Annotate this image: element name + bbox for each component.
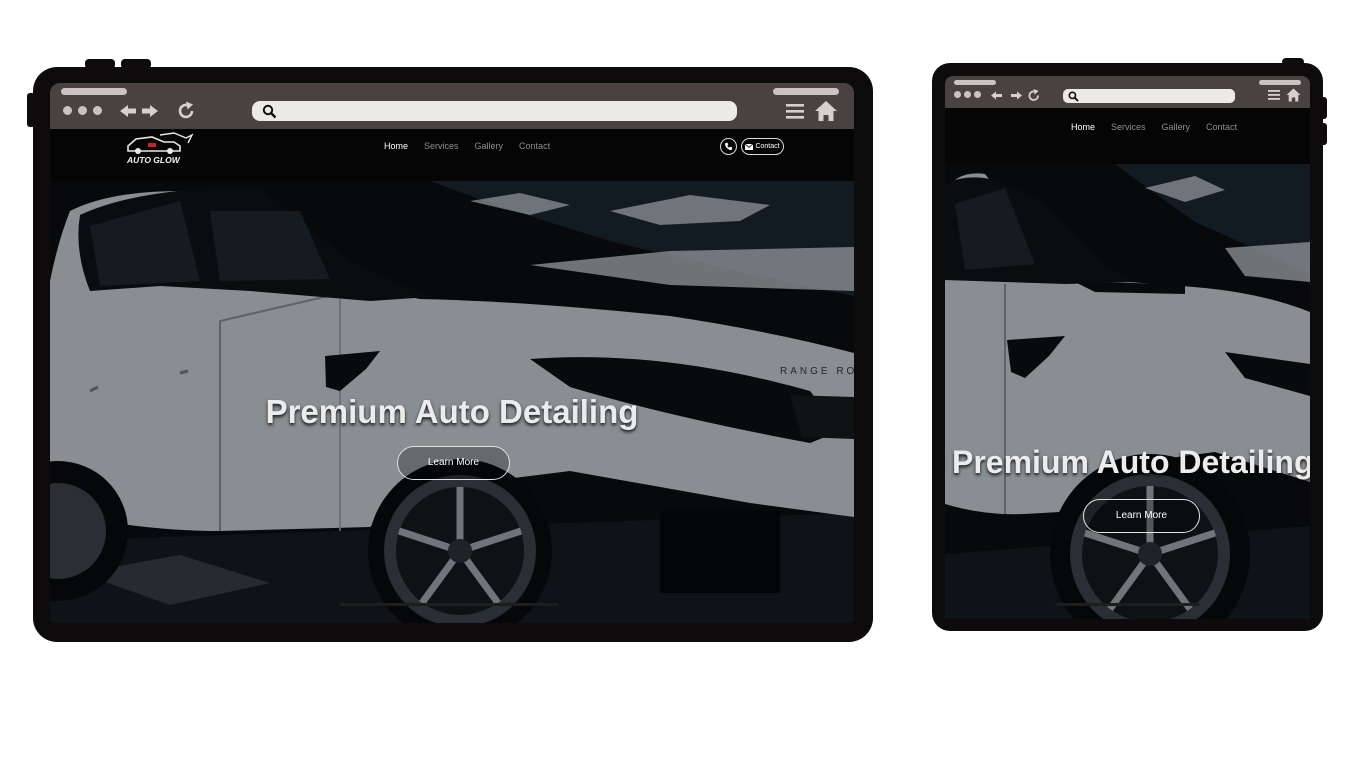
nav-contact[interactable]: Contact [519, 141, 550, 151]
website-screen: Home Services Gallery Contact Premium Au… [945, 108, 1310, 619]
reload-icon[interactable] [1026, 88, 1041, 103]
device-top-button [85, 59, 115, 69]
forward-arrow-icon[interactable] [1009, 90, 1023, 101]
reload-icon[interactable] [175, 100, 197, 122]
home-indicator [1055, 603, 1200, 606]
device-side-button [1320, 97, 1327, 119]
toolbar-tab-strip [61, 88, 127, 95]
toolbar-tab-strip [1259, 80, 1301, 85]
site-header: Home Services Gallery Contact [945, 108, 1310, 164]
nav-gallery[interactable]: Gallery [1162, 122, 1191, 132]
nav-services[interactable]: Services [1111, 122, 1146, 132]
home-icon[interactable] [1286, 88, 1301, 102]
address-bar[interactable] [252, 101, 737, 121]
envelope-icon [745, 143, 754, 150]
home-icon[interactable] [814, 100, 838, 122]
home-indicator [340, 603, 558, 606]
main-navigation: Home Services Gallery Contact [1071, 122, 1253, 132]
device-top-button [1282, 58, 1304, 66]
menu-icon[interactable] [786, 102, 804, 120]
address-bar[interactable] [1063, 89, 1235, 103]
back-arrow-icon[interactable] [990, 90, 1004, 101]
learn-more-button[interactable]: Learn More [1083, 499, 1200, 533]
hero-title: Premium Auto Detailing [265, 393, 639, 430]
device-side-button [1320, 123, 1327, 145]
device-top-button [121, 59, 151, 69]
auto-glow-logo[interactable]: AUTO GLOW [122, 132, 198, 166]
browser-toolbar [50, 83, 854, 129]
forward-arrow-icon[interactable] [140, 103, 160, 119]
phone-icon [724, 142, 733, 151]
website-screen: AUTO GLOW Home Services Gallery Contact … [50, 129, 854, 623]
nav-gallery[interactable]: Gallery [475, 141, 504, 151]
tablet-mockup: AUTO GLOW Home Services Gallery Contact … [27, 59, 873, 642]
browser-toolbar [945, 76, 1310, 108]
toolbar-tab-strip [773, 88, 839, 95]
phone-mockup: Home Services Gallery Contact Premium Au… [932, 58, 1327, 631]
site-header: AUTO GLOW Home Services Gallery Contact … [50, 129, 854, 181]
toolbar-tab-strip [954, 80, 996, 85]
learn-more-button[interactable]: Learn More [397, 446, 510, 480]
device-side-button [27, 93, 35, 127]
contact-button[interactable]: Contact [741, 138, 784, 155]
menu-icon[interactable] [1268, 89, 1280, 101]
nav-home[interactable]: Home [1071, 122, 1095, 132]
phone-call-button[interactable] [720, 138, 737, 155]
hero-background-image [945, 164, 1310, 619]
search-icon [1068, 91, 1079, 102]
search-icon [262, 104, 277, 119]
hero-title: Premium Auto Detailing [952, 444, 1310, 480]
nav-home[interactable]: Home [384, 141, 408, 151]
nav-contact[interactable]: Contact [1206, 122, 1237, 132]
contact-button-label: Contact [755, 143, 780, 150]
svg-text:AUTO GLOW: AUTO GLOW [126, 155, 181, 165]
main-navigation: Home Services Gallery Contact [384, 141, 566, 151]
nav-services[interactable]: Services [424, 141, 459, 151]
